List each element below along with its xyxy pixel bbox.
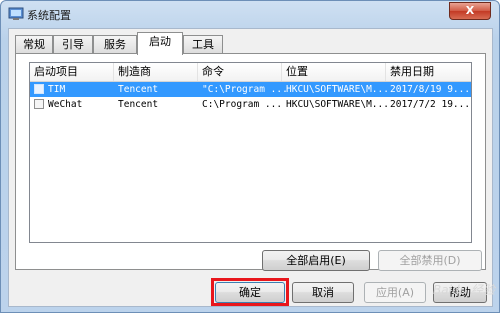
dialog-client-area: 常规 引导 服务 启动 工具 启动项目 制造商 命令 位置 禁用日期 TIM T… bbox=[8, 28, 493, 307]
row-checkbox[interactable] bbox=[34, 84, 44, 94]
cell-location: HKCU\SOFTWARE\M... bbox=[286, 84, 389, 95]
cell-maker: Tencent bbox=[118, 99, 159, 110]
tab-tools[interactable]: 工具 bbox=[183, 35, 223, 54]
column-disabled-date[interactable]: 禁用日期 bbox=[386, 63, 473, 81]
cell-date: 2017/7/2 19... bbox=[390, 99, 471, 110]
cell-command: "C:\Program ... bbox=[202, 84, 288, 95]
tab-services[interactable]: 服务 bbox=[93, 35, 137, 54]
tab-boot[interactable]: 引导 bbox=[53, 35, 93, 54]
watermark: Baidu 经验 bbox=[433, 283, 495, 297]
title-bar[interactable]: 系统配置 X bbox=[1, 1, 499, 27]
cell-command: C:\Program ... bbox=[202, 99, 283, 110]
tab-general[interactable]: 常规 bbox=[15, 35, 53, 54]
list-header: 启动项目 制造商 命令 位置 禁用日期 bbox=[30, 63, 471, 82]
startup-list[interactable]: 启动项目 制造商 命令 位置 禁用日期 TIM Tencent "C:\Prog… bbox=[29, 62, 472, 243]
cell-item: WeChat bbox=[48, 99, 83, 110]
close-button[interactable]: X bbox=[449, 2, 491, 20]
cell-item: TIM bbox=[48, 84, 66, 95]
cell-date: 2017/8/19 9... bbox=[390, 84, 471, 95]
startup-panel: 启动项目 制造商 命令 位置 禁用日期 TIM Tencent "C:\Prog… bbox=[15, 53, 486, 271]
disable-all-button[interactable]: 全部禁用(D) bbox=[378, 250, 482, 271]
close-icon: X bbox=[465, 4, 475, 17]
table-row[interactable]: TIM Tencent "C:\Program ... HKCU\SOFTWAR… bbox=[30, 82, 471, 97]
system-config-window: 系统配置 X 常规 引导 服务 启动 工具 启动项目 制造商 命令 位置 禁用日… bbox=[0, 0, 500, 313]
column-manufacturer[interactable]: 制造商 bbox=[114, 63, 198, 81]
cancel-button[interactable]: 取消 bbox=[292, 282, 354, 303]
cell-location: HKCU\SOFTWARE\M... bbox=[286, 99, 389, 110]
column-location[interactable]: 位置 bbox=[282, 63, 386, 81]
row-checkbox[interactable] bbox=[34, 99, 44, 109]
window-title: 系统配置 bbox=[27, 9, 71, 22]
enable-all-button[interactable]: 全部启用(E) bbox=[262, 250, 370, 271]
apply-button[interactable]: 应用(A) bbox=[364, 282, 426, 303]
app-icon bbox=[8, 7, 24, 20]
cell-maker: Tencent bbox=[118, 84, 159, 95]
tab-startup[interactable]: 启动 bbox=[137, 32, 183, 55]
column-command[interactable]: 命令 bbox=[198, 63, 282, 81]
ok-highlight-box bbox=[211, 278, 289, 306]
column-startup-item[interactable]: 启动项目 bbox=[30, 63, 114, 81]
table-row[interactable]: WeChat Tencent C:\Program ... HKCU\SOFTW… bbox=[30, 97, 471, 112]
